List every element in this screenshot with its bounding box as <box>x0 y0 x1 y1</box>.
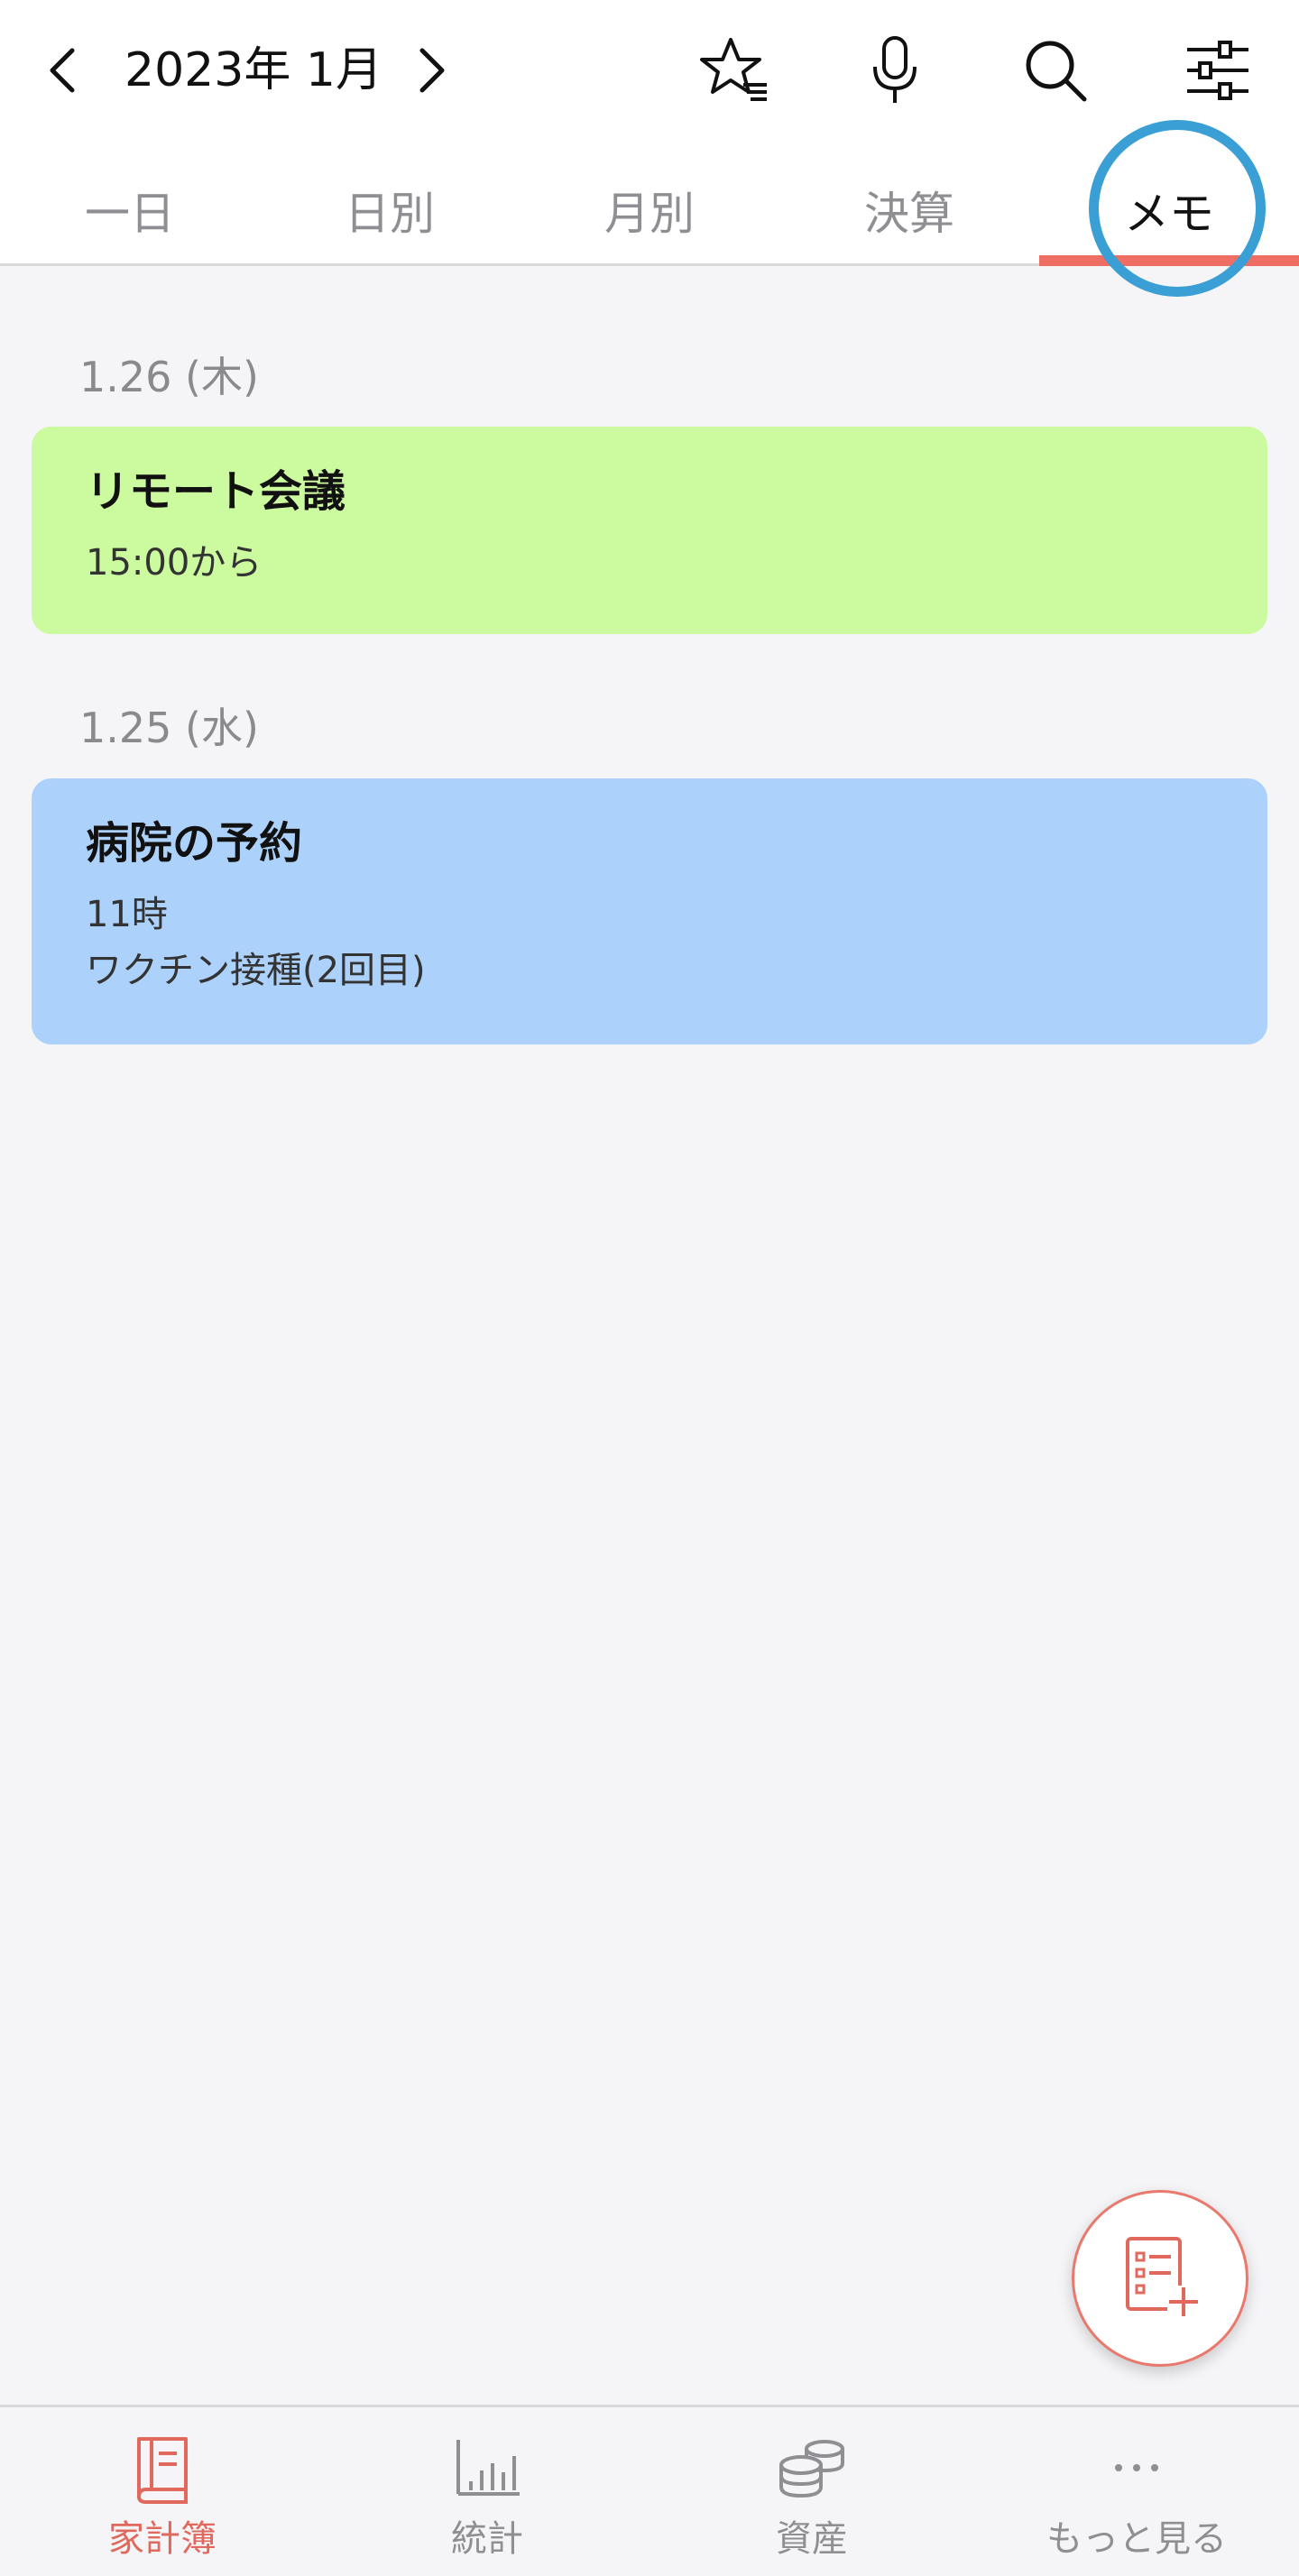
search-icon[interactable] <box>1012 27 1099 114</box>
memo-line: 11時 <box>86 894 168 935</box>
month-title[interactable]: 2023年 1月 <box>124 36 382 105</box>
nav-label: 統計 <box>451 2518 523 2560</box>
memo-title: リモート会議 <box>86 466 346 517</box>
more-dots-icon <box>1092 2427 1182 2508</box>
add-memo-icon <box>1115 2231 1205 2325</box>
nav-label: もっと見る <box>1046 2518 1227 2560</box>
tab-settlement[interactable]: 決算 <box>779 153 1039 266</box>
memo-card[interactable]: 病院の予約 11時 ワクチン接種(2回目) <box>32 778 1267 1044</box>
nav-item-household-book[interactable]: 家計簿 <box>0 2407 325 2576</box>
chevron-right-icon[interactable] <box>388 27 474 114</box>
memo-date-label: 1.25 (水) <box>79 704 259 752</box>
memo-line: ワクチン接種(2回目) <box>86 950 426 991</box>
chevron-left-icon[interactable] <box>20 27 106 114</box>
tab-by-day[interactable]: 日別 <box>260 153 520 266</box>
bottom-navigation: 家計簿 統計 資産 もっと見る <box>0 2405 1299 2576</box>
memo-date-label: 1.26 (木) <box>79 353 259 401</box>
nav-label: 資産 <box>776 2518 848 2560</box>
highlight-circle-annotation <box>1089 120 1266 297</box>
top-bar: 2023年 1月 <box>0 0 1299 144</box>
memo-body: 11時 ワクチン接種(2回目) <box>86 887 1213 998</box>
nav-item-assets[interactable]: 資産 <box>650 2407 974 2576</box>
memo-title: 病院の予約 <box>86 818 303 869</box>
bar-chart-icon <box>442 2427 532 2508</box>
nav-item-more[interactable]: もっと見る <box>974 2407 1299 2576</box>
book-icon <box>117 2427 207 2508</box>
coins-icon <box>767 2427 857 2508</box>
microphone-icon[interactable] <box>852 27 938 114</box>
memo-line: 15:00から <box>86 542 263 584</box>
star-list-icon[interactable] <box>691 27 778 114</box>
nav-label: 家計簿 <box>108 2518 216 2560</box>
add-memo-button[interactable] <box>1072 2190 1248 2367</box>
sliders-icon[interactable] <box>1175 27 1261 114</box>
tab-daily[interactable]: 一日 <box>0 153 260 266</box>
memo-body: 15:00から <box>86 535 1213 591</box>
tab-by-month[interactable]: 月別 <box>520 153 779 266</box>
memo-card[interactable]: リモート会議 15:00から <box>32 427 1267 634</box>
app-root: 2023年 1月 一日 日別 月別 決算 メモ 1.26 (木) リモート会議 … <box>0 0 1299 2576</box>
nav-item-statistics[interactable]: 統計 <box>325 2407 650 2576</box>
